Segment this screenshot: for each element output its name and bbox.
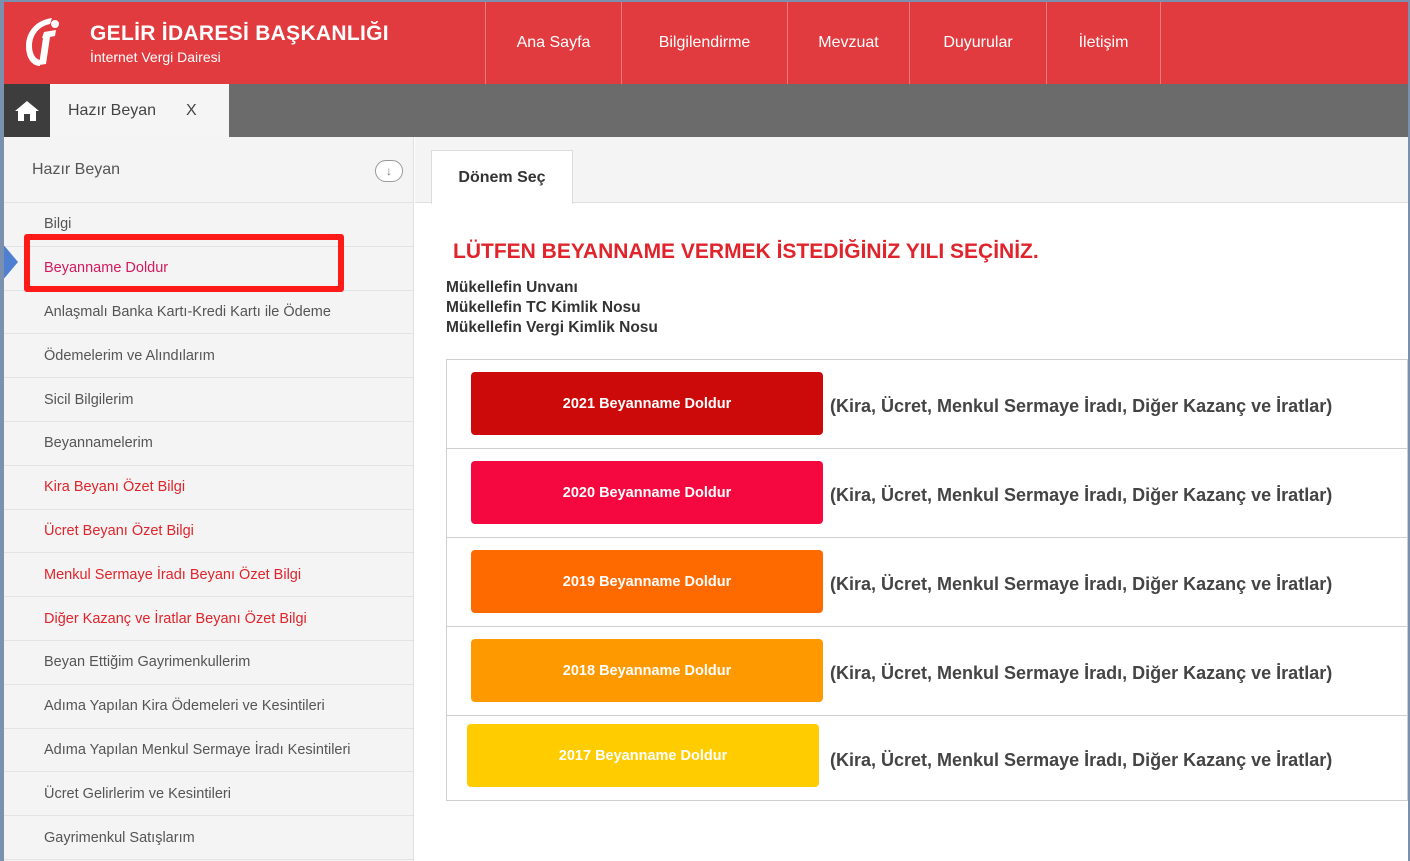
year-description: (Kira, Ücret, Menkul Sermaye İradı, Diğe… (830, 485, 1333, 505)
gib-logo-icon[interactable] (22, 16, 62, 68)
brand-subtitle: İnternet Vergi Dairesi (90, 49, 221, 65)
sidebar-item-ucret-gelirleri[interactable]: Ücret Gelirlerim ve Kesintileri (4, 772, 413, 817)
sidebar-title: Hazır Beyan (32, 160, 121, 178)
sidebar-item-beyannamelerim[interactable]: Beyannamelerim (4, 422, 413, 466)
year-row-2020: 2020 Beyanname Doldur (Kira, Ücret, Menk… (447, 449, 1407, 538)
year-row-2019: 2019 Beyanname Doldur (Kira, Ücret, Menk… (447, 538, 1407, 627)
beyanname-doldur-2018-button[interactable]: 2018 Beyanname Doldur (471, 639, 823, 702)
sidebar-item-kira-kesintileri[interactable]: Adıma Yapılan Kira Ödemeleri ve Kesintil… (4, 685, 413, 729)
sidebar-item-sicil-bilgilerim[interactable]: Sicil Bilgilerim (4, 378, 413, 422)
nav-iletisim[interactable]: İletişim (1046, 2, 1161, 84)
sidebar-item-diger-kazanc-ozet[interactable]: Diğer Kazanç ve İratlar Beyanı Özet Bilg… (4, 597, 413, 641)
main-content: Dönem Seç LÜTFEN BEYANNAME VERMEK İSTEDİ… (415, 137, 1408, 861)
nav-mevzuat[interactable]: Mevzuat (787, 2, 909, 84)
year-row-2018: 2018 Beyanname Doldur (Kira, Ücret, Menk… (447, 627, 1407, 716)
sidebar-item-menkul-kesintileri[interactable]: Adıma Yapılan Menkul Sermaye İradı Kesin… (4, 729, 413, 773)
sidebar-item-beyanname-doldur[interactable]: Beyanname Doldur (4, 247, 413, 291)
tab-hazir-beyan[interactable]: Hazır Beyan X (50, 84, 229, 137)
sidebar-header: Hazır Beyan ↓ (4, 137, 413, 203)
collapse-arrow-icon[interactable]: ↓ (375, 160, 403, 182)
browser-frame: GELİR İDARESİ BAŞKANLIĞI İnternet Vergi … (0, 0, 1410, 861)
year-row-2021: 2021 Beyanname Doldur (Kira, Ücret, Menk… (447, 360, 1407, 449)
home-button[interactable] (4, 84, 50, 137)
tab-bar: Hazır Beyan X (4, 84, 1408, 137)
beyanname-doldur-2021-button[interactable]: 2021 Beyanname Doldur (471, 372, 823, 435)
page-heading: LÜTFEN BEYANNAME VERMEK İSTEDİĞİNİZ YILI… (453, 240, 1039, 263)
close-tab-button[interactable]: X (186, 102, 197, 120)
year-description: (Kira, Ücret, Menkul Sermaye İradı, Diğe… (830, 396, 1333, 416)
info-vergi-kimlik: Mükellefin Vergi Kimlik Nosu (446, 319, 658, 336)
year-description: (Kira, Ücret, Menkul Sermaye İradı, Diğe… (830, 663, 1333, 683)
beyanname-doldur-2019-button[interactable]: 2019 Beyanname Doldur (471, 550, 823, 613)
nav-duyurular[interactable]: Duyurular (909, 2, 1046, 84)
sidebar-item-odemelerim[interactable]: Ödemelerim ve Alındılarım (4, 334, 413, 379)
home-icon (15, 100, 39, 121)
years-table: 2021 Beyanname Doldur (Kira, Ücret, Menk… (446, 359, 1408, 801)
sidebar: Hazır Beyan ↓ Bilgi Beyanname Doldur Anl… (4, 137, 414, 861)
sidebar-item-gayrimenkul-satislari[interactable]: Gayrimenkul Satışlarım (4, 816, 413, 860)
year-description: (Kira, Ücret, Menkul Sermaye İradı, Diğe… (830, 750, 1333, 770)
pointer-arrow-icon (4, 245, 18, 279)
sidebar-item-menkul-ozet[interactable]: Menkul Sermaye İradı Beyanı Özet Bilgi (4, 553, 413, 598)
year-description: (Kira, Ücret, Menkul Sermaye İradı, Diğe… (830, 574, 1333, 594)
top-navigation: Ana Sayfa Bilgilendirme Mevzuat Duyurula… (485, 2, 1161, 84)
brand-title: GELİR İDARESİ BAŞKANLIĞI (90, 22, 389, 45)
sidebar-item-gayrimenkullerim[interactable]: Beyan Ettiğim Gayrimenkullerim (4, 641, 413, 685)
nav-ana-sayfa[interactable]: Ana Sayfa (485, 2, 621, 84)
sidebar-item-ucret-ozet[interactable]: Ücret Beyanı Özet Bilgi (4, 510, 413, 554)
tab-donem-sec[interactable]: Dönem Seç (431, 150, 573, 204)
info-tc-kimlik: Mükellefin TC Kimlik Nosu (446, 299, 641, 316)
tab-label: Hazır Beyan (68, 101, 157, 119)
sidebar-item-kart-ile-odeme[interactable]: Anlaşmalı Banka Kartı-Kredi Kartı ile Öd… (4, 291, 413, 335)
sidebar-item-bilgi[interactable]: Bilgi (4, 203, 413, 247)
content-tab-strip: Dönem Seç (415, 137, 1408, 204)
sidebar-item-kira-ozet[interactable]: Kira Beyanı Özet Bilgi (4, 466, 413, 510)
beyanname-doldur-2017-button[interactable]: 2017 Beyanname Doldur (467, 724, 819, 787)
beyanname-doldur-2020-button[interactable]: 2020 Beyanname Doldur (471, 461, 823, 524)
site-header: GELİR İDARESİ BAŞKANLIĞI İnternet Vergi … (4, 2, 1408, 84)
year-row-2017: 2017 Beyanname Doldur (Kira, Ücret, Menk… (447, 716, 1407, 800)
info-unvan: Mükellefin Unvanı (446, 279, 578, 296)
nav-bilgilendirme[interactable]: Bilgilendirme (621, 2, 787, 84)
